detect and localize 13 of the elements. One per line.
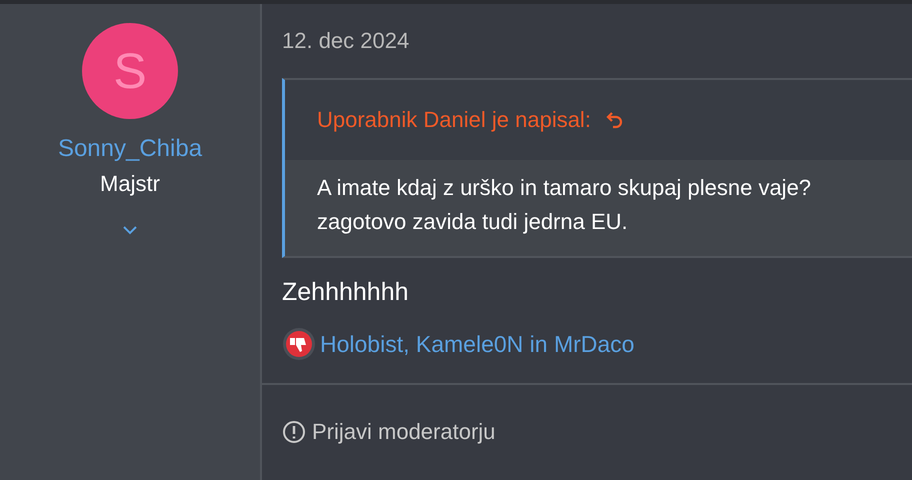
reply-arrow-icon[interactable] [604, 110, 625, 130]
thumbs-down-icon[interactable] [282, 327, 316, 361]
quote-text: zagotovo zavida tudi jedrna EU. [317, 208, 629, 236]
quote-text: A imate kdaj z urško in tamaro skupaj plesne vaje? [317, 174, 812, 202]
warning-icon [282, 420, 306, 444]
username-link[interactable]: Sonny_Chiba [58, 135, 202, 163]
report-link[interactable]: Prijavi moderatorju [282, 419, 912, 445]
post-text: Zehhhhhhh [282, 278, 410, 307]
user-rank: Majstr [100, 171, 160, 197]
chevron-down-icon[interactable] [122, 225, 138, 235]
quote-author[interactable]: Uporabnik Daniel je napisal: [317, 107, 591, 133]
post-date: 12. dec 2024 [282, 28, 410, 54]
reaction-users-link[interactable]: Holobist, Kamele0N in MrDaco [320, 330, 634, 358]
